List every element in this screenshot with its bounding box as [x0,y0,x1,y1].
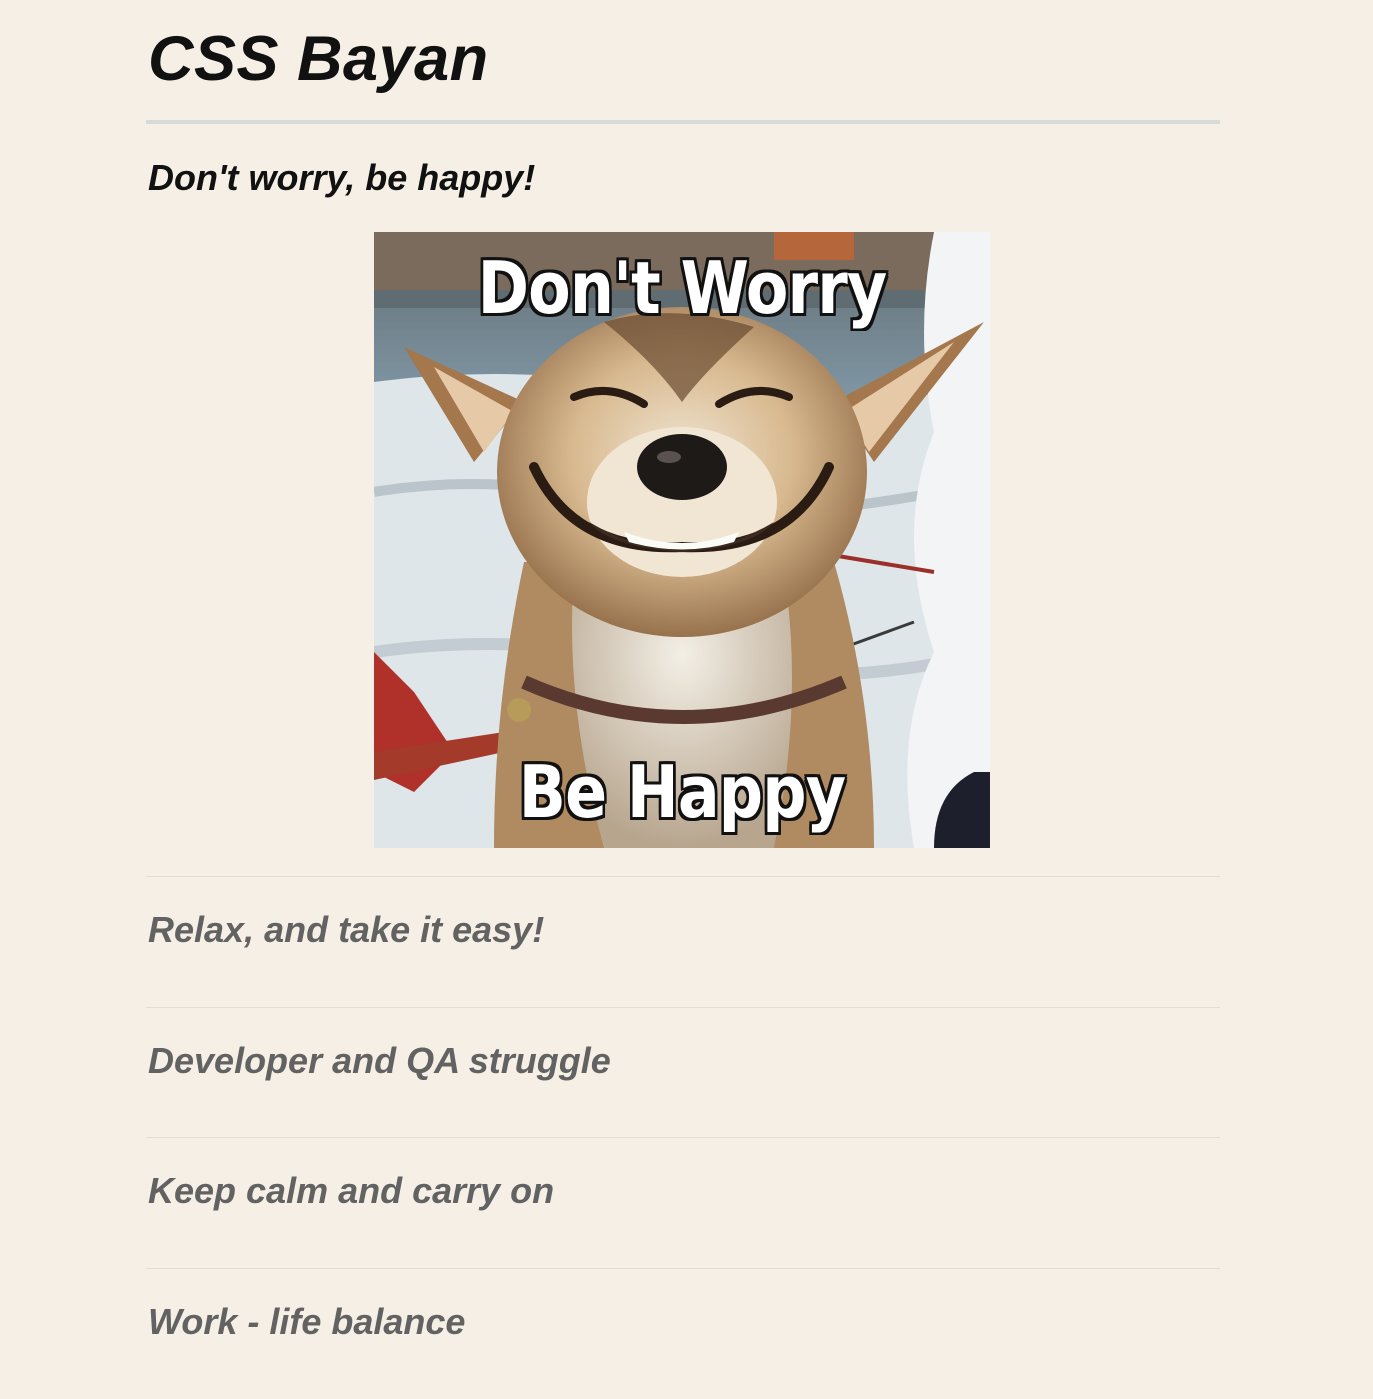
meme-image: Don't Worry Be Happy [374,232,990,848]
accordion-item-work-life: Work - life balance [146,1268,1220,1399]
accordion-item-dont-worry: Don't worry, be happy! Don't Worry Be Ha… [146,124,1220,877]
accordion-header-keep-calm[interactable]: Keep calm and carry on [148,1173,554,1209]
accordion-header-relax[interactable]: Relax, and take it easy! [148,912,544,948]
meme-top-caption: Don't Worry [477,246,888,330]
accordion-header-dev-qa[interactable]: Developer and QA struggle [148,1043,611,1079]
page-title: CSS Bayan [148,24,489,94]
accordion-header-dont-worry[interactable]: Don't worry, be happy! [148,160,535,196]
accordion-item-relax: Relax, and take it easy! [146,876,1220,1008]
meme-bottom-caption: Be Happy [518,750,846,834]
accordion-item-keep-calm: Keep calm and carry on [146,1137,1220,1269]
accordion-header-work-life[interactable]: Work - life balance [148,1304,465,1340]
accordion-item-dev-qa: Developer and QA struggle [146,1007,1220,1138]
